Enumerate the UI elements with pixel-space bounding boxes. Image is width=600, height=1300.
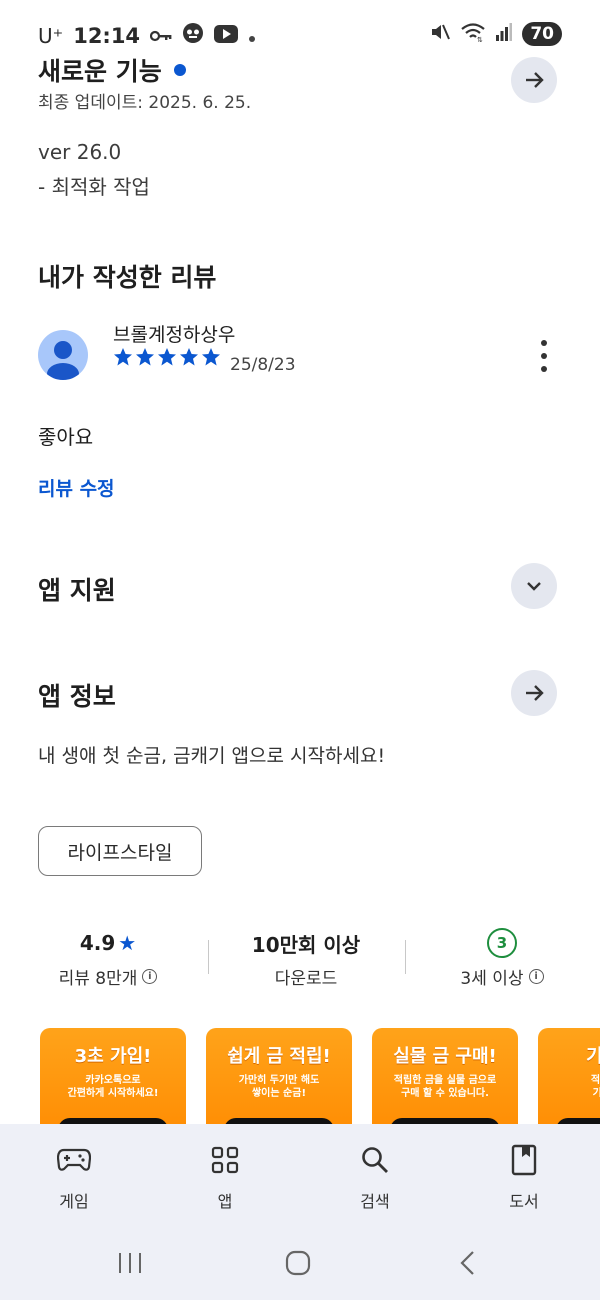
nav-games-label: 게임 <box>59 1192 89 1211</box>
system-nav-bar <box>0 1240 600 1286</box>
screenshot-title: 3초 가입! <box>74 1046 152 1067</box>
search-icon <box>362 1147 388 1173</box>
home-icon <box>285 1250 311 1276</box>
nav-apps[interactable]: 앱 <box>180 1142 270 1212</box>
screenshots-carousel[interactable]: 3초 가입! 카카오톡으로 간편하게 시작하세요! 쉽게 금 적립! 가만히 두… <box>40 1028 600 1128</box>
arrow-right-icon <box>526 685 544 701</box>
wifi-icon: ⇅ <box>460 22 486 46</box>
rating-label: 리뷰 8만개 <box>58 969 138 989</box>
screenshot-desc: 가만히 두기만 해도 쌓이는 순금! <box>238 1075 320 1099</box>
stat-divider <box>405 940 406 974</box>
screenshot-card[interactable]: 3초 가입! 카카오톡으로 간편하게 시작하세요! <box>40 1028 186 1128</box>
key-icon <box>149 24 172 48</box>
downloads-label: 다운로드 <box>274 969 338 989</box>
recent-apps-icon <box>119 1253 141 1273</box>
app-support-expand-button[interactable] <box>511 563 557 609</box>
review-more-menu-icon[interactable] <box>532 340 556 372</box>
app-notification-icon <box>182 22 204 49</box>
nav-search-label: 검색 <box>360 1192 390 1211</box>
battery-level: 70 <box>522 22 562 46</box>
svg-text:⇅: ⇅ <box>477 36 483 42</box>
stat-divider <box>208 940 209 974</box>
review-stars <box>113 347 221 367</box>
nav-apps-label: 앱 <box>217 1192 233 1211</box>
age-badge: 3 <box>487 928 517 958</box>
avatar <box>38 330 88 380</box>
back-icon <box>460 1251 474 1275</box>
signal-icon <box>496 23 513 45</box>
review-author: 브롤계정하상우 <box>113 324 236 346</box>
screenshot-card[interactable]: 실물 금 구매! 적립한 금을 실물 금으로 구매 할 수 있습니다. <box>372 1028 518 1128</box>
nav-books[interactable]: 도서 <box>479 1142 569 1212</box>
category-chip[interactable]: 라이프스타일 <box>38 826 202 876</box>
info-icon: i <box>142 969 158 984</box>
screenshot-card[interactable]: 기프티 적립한 금 기프티콘 <box>538 1028 600 1128</box>
whats-new-title: 새로운 기능 <box>38 57 162 86</box>
nav-books-label: 도서 <box>509 1192 539 1211</box>
mute-icon <box>430 22 451 46</box>
star-icon <box>158 348 176 366</box>
gamepad-icon <box>57 1148 91 1171</box>
downloads-value: 10만회 이상 <box>251 932 361 957</box>
app-description: 내 생애 첫 순금, 금캐기 앱으로 시작하세요! <box>38 745 386 767</box>
arrow-right-icon <box>526 72 544 88</box>
screenshot-title: 쉽게 금 적립! <box>227 1046 331 1067</box>
screenshot-desc: 적립한 금을 실물 금으로 구매 할 수 있습니다. <box>393 1075 497 1099</box>
youtube-icon <box>214 24 239 48</box>
my-review-title: 내가 작성한 리뷰 <box>38 263 217 292</box>
star-icon: ★ <box>118 931 137 955</box>
age-rating-stat[interactable]: 3 3세 이상 i <box>412 928 592 989</box>
edit-review-link[interactable]: 리뷰 수정 <box>38 474 115 501</box>
age-label: 3세 이상 <box>460 969 524 989</box>
app-info-arrow-button[interactable] <box>511 670 557 716</box>
version-text: ver 26.0 <box>38 140 122 164</box>
release-note: - 최적화 작업 <box>38 175 150 199</box>
downloads-stat: 10만회 이상 다운로드 <box>216 928 396 990</box>
whats-new-header[interactable]: 새로운 기능 <box>38 52 186 88</box>
nav-games[interactable]: 게임 <box>29 1142 119 1212</box>
app-info-title[interactable]: 앱 정보 <box>38 677 116 713</box>
more-notifications-dot <box>248 24 256 48</box>
star-icon <box>202 348 220 366</box>
carrier-label: U⁺ <box>38 23 64 48</box>
app-support-title[interactable]: 앱 지원 <box>38 571 116 607</box>
rating-stat[interactable]: 4.9 ★ 리뷰 8만개 i <box>18 928 198 989</box>
star-icon <box>114 348 132 366</box>
screenshot-card[interactable]: 쉽게 금 적립! 가만히 두기만 해도 쌓이는 순금! <box>206 1028 352 1128</box>
status-time: 12:14 <box>73 23 141 48</box>
screenshot-desc: 카카오톡으로 간편하게 시작하세요! <box>67 1075 159 1099</box>
star-icon <box>180 348 198 366</box>
star-icon <box>136 348 154 366</box>
back-button[interactable] <box>448 1240 488 1286</box>
nav-search[interactable]: 검색 <box>330 1142 420 1212</box>
new-dot-indicator <box>173 64 186 76</box>
review-text: 좋아요 <box>38 425 94 449</box>
info-icon: i <box>528 969 544 984</box>
book-icon <box>511 1144 537 1176</box>
review-date: 25/8/23 <box>230 355 296 375</box>
home-button[interactable] <box>278 1240 318 1286</box>
rating-value: 4.9 <box>79 931 116 955</box>
screenshot-title: 실물 금 구매! <box>393 1046 497 1067</box>
screenshot-desc: 적립한 금 기프티콘 <box>590 1075 600 1099</box>
screenshot-title: 기프티 <box>586 1046 600 1067</box>
chevron-down-icon <box>527 582 541 591</box>
whats-new-arrow-button[interactable] <box>511 57 557 103</box>
recent-apps-button[interactable] <box>110 1240 150 1286</box>
last-updated: 최종 업데이트: 2025. 6. 25. <box>38 93 252 113</box>
apps-grid-icon <box>211 1146 239 1174</box>
